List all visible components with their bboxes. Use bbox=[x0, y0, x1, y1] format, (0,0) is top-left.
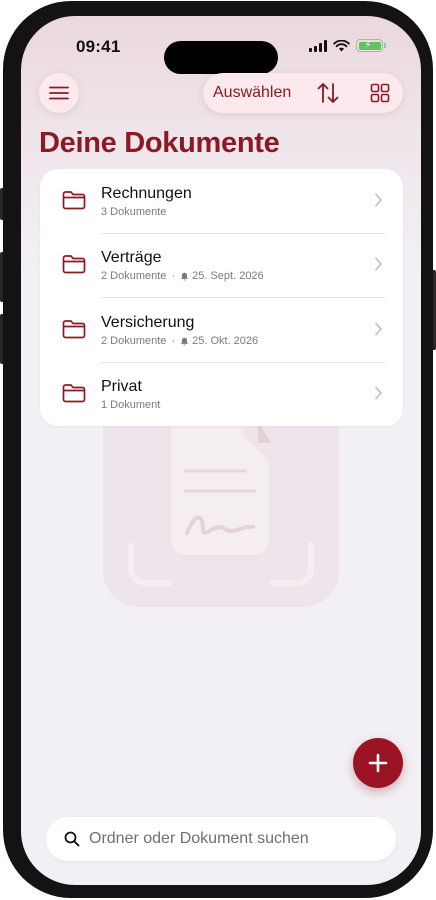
folder-icon bbox=[62, 384, 86, 403]
document-count: 2 Dokumente bbox=[101, 335, 167, 347]
document-count: 1 Dokument bbox=[101, 399, 161, 411]
reminder-date: 25. Okt. 2026 bbox=[192, 335, 259, 347]
folder-meta: 2 Dokumente · 25. Sept. 2026 bbox=[101, 270, 264, 282]
select-button[interactable]: Auswählen bbox=[213, 84, 291, 102]
folder-name: Verträge bbox=[101, 249, 162, 266]
search-icon bbox=[64, 831, 80, 847]
plus-icon bbox=[368, 753, 388, 773]
document-count: 2 Dokumente bbox=[101, 270, 167, 282]
status-time: 09:41 bbox=[76, 37, 121, 56]
document-count: 3 Dokumente bbox=[101, 206, 167, 218]
folder-row-rechnungen[interactable]: Rechnungen 3 Dokumente bbox=[40, 169, 403, 233]
page-title: Deine Dokumente bbox=[39, 127, 280, 159]
device-frame: 09:41 ⚡ Auswählen Deine Dokumente Rechnu… bbox=[3, 1, 433, 898]
document-scan-watermark-icon bbox=[103, 421, 339, 607]
folder-icon bbox=[62, 191, 86, 210]
chevron-right-icon bbox=[375, 193, 382, 207]
folder-icon bbox=[62, 320, 86, 339]
bell-icon bbox=[181, 337, 189, 346]
dynamic-island bbox=[164, 41, 278, 74]
battery-charging-icon: ⚡ bbox=[356, 39, 386, 52]
folder-row-vertraege[interactable]: Verträge 2 Dokumente · 25. Sept. 2026 bbox=[40, 233, 403, 297]
folder-name: Versicherung bbox=[101, 314, 195, 331]
top-toolbar: Auswählen bbox=[203, 73, 403, 113]
meta-separator: · bbox=[171, 335, 176, 347]
wifi-icon bbox=[333, 39, 350, 51]
sort-arrows-icon bbox=[317, 83, 339, 103]
folder-icon bbox=[62, 255, 86, 274]
status-icons: ⚡ bbox=[309, 39, 386, 52]
folder-name: Privat bbox=[101, 378, 142, 395]
folder-meta: 2 Dokumente · 25. Okt. 2026 bbox=[101, 335, 258, 347]
hamburger-icon bbox=[49, 86, 69, 100]
folder-meta: 3 Dokumente bbox=[101, 206, 166, 218]
folder-list: Rechnungen 3 Dokumente Verträge 2 Dokume… bbox=[40, 169, 403, 426]
cellular-signal-icon bbox=[309, 39, 327, 52]
chevron-right-icon bbox=[375, 322, 382, 336]
folder-row-privat[interactable]: Privat 1 Dokument bbox=[40, 362, 403, 426]
search-bar[interactable] bbox=[46, 817, 396, 861]
bell-icon bbox=[181, 272, 189, 281]
search-input[interactable] bbox=[89, 830, 379, 848]
app-screen: 09:41 ⚡ Auswählen Deine Dokumente Rechnu… bbox=[21, 16, 421, 885]
sort-button[interactable] bbox=[315, 81, 341, 105]
meta-separator: · bbox=[171, 270, 176, 282]
folder-name: Rechnungen bbox=[101, 185, 192, 202]
chevron-right-icon bbox=[375, 257, 382, 271]
reminder-date: 25. Sept. 2026 bbox=[192, 270, 264, 282]
grid-view-icon bbox=[370, 83, 390, 103]
grid-view-button[interactable] bbox=[369, 82, 391, 104]
folder-meta: 1 Dokument bbox=[101, 399, 160, 411]
add-button[interactable] bbox=[353, 738, 403, 788]
folder-row-versicherung[interactable]: Versicherung 2 Dokumente · 25. Okt. 2026 bbox=[40, 298, 403, 362]
menu-button[interactable] bbox=[39, 73, 79, 113]
chevron-right-icon bbox=[375, 386, 382, 400]
